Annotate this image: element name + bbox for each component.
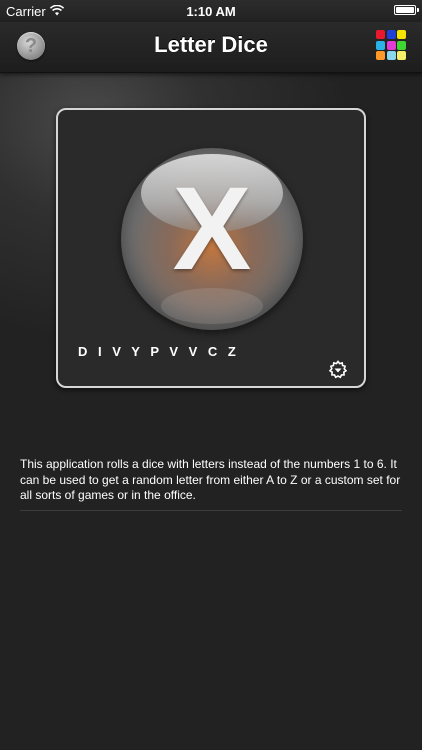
nav-bar: ? Letter Dice — [0, 22, 422, 73]
status-bar: Carrier 1:10 AM — [0, 0, 422, 22]
dice-letter: X — [172, 163, 252, 295]
battery-icon — [394, 5, 419, 15]
color-swatch — [376, 40, 385, 50]
color-grid-button[interactable] — [376, 30, 406, 60]
color-swatch — [386, 51, 396, 60]
color-swatch — [376, 51, 385, 60]
color-swatch — [376, 30, 385, 39]
letter-set: D I V Y P V V C Z — [78, 344, 240, 359]
status-right — [394, 5, 419, 15]
divider — [20, 510, 402, 511]
settings-gear-icon[interactable] — [328, 360, 348, 380]
status-time: 1:10 AM — [186, 4, 236, 19]
dice-ball[interactable]: X — [121, 148, 303, 330]
app-description: This application rolls a dice with lette… — [20, 457, 401, 502]
dice-card[interactable]: X D I V Y P V V C Z — [56, 108, 366, 388]
color-swatch — [397, 30, 406, 39]
color-swatch — [386, 40, 396, 50]
page-title: Letter Dice — [154, 32, 268, 57]
color-swatch — [397, 51, 406, 60]
color-swatch — [397, 40, 406, 50]
color-swatch — [386, 30, 396, 39]
app-screen: Carrier 1:10 AM ? Letter Dice X D I V Y … — [0, 0, 422, 750]
